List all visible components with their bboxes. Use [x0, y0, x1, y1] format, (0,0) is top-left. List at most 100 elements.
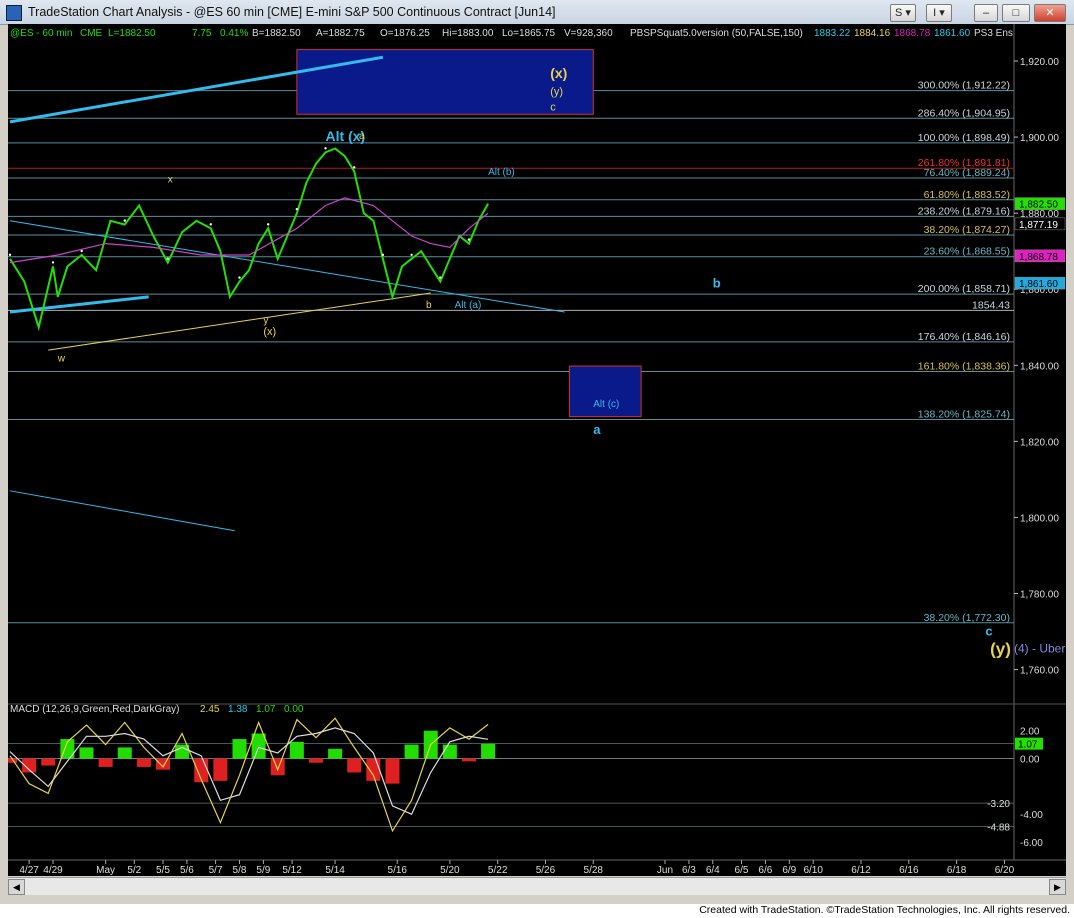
app-window: TradeStation Chart Analysis - @ES 60 min… — [0, 0, 1074, 904]
price-tag-label: 1,868.78 — [1019, 252, 1058, 263]
time-tick-label: 6/5 — [735, 865, 749, 876]
footer: Created with TradeStation. ©TradeStation… — [0, 904, 1074, 918]
price-pivot-dot — [266, 223, 270, 226]
i-button[interactable]: I ▾ — [926, 4, 952, 22]
price-tick-label: 1,840.00 — [1020, 361, 1059, 372]
fib-level-label: 100.00% (1,898.49) — [918, 132, 1010, 144]
maximize-icon[interactable]: □ — [1002, 4, 1030, 22]
fib-level-label: 286.40% (1,904.95) — [918, 107, 1010, 119]
minimize-icon[interactable]: – — [974, 4, 998, 22]
macd-histogram-bar — [79, 747, 94, 759]
time-tick-label: 5/6 — [180, 865, 194, 876]
time-tick-label: 5/22 — [488, 865, 508, 876]
price-tick-label: 1,780.00 — [1020, 590, 1059, 601]
fib-level-label: 161.80% (1,838.36) — [918, 361, 1010, 373]
fib-level-label: 176.40% (1,846.16) — [918, 331, 1010, 343]
time-tick-label: 5/7 — [209, 865, 223, 876]
fib-level-label: 38.20% (1,874.27) — [924, 224, 1010, 236]
price-pivot-dot — [410, 253, 413, 256]
macd-histogram-bar — [270, 758, 285, 776]
header-readout: Hi=1883.00 — [442, 28, 494, 39]
price-pivot-dot — [209, 223, 212, 226]
price-tag-label: 1,877.19 — [1019, 220, 1058, 231]
macd-readout: 2.45 — [200, 704, 220, 715]
time-tick-label: 5/16 — [388, 865, 408, 876]
price-pivot-dot — [80, 249, 83, 253]
time-tick-label: 4/27 — [19, 865, 39, 876]
chart-svg[interactable]: 300.00% (1,912.22) 286.40% (1,904.95) 100.… — [3, 24, 1074, 876]
macd-histogram-bar — [232, 739, 247, 759]
wave-label: a — [359, 131, 365, 142]
header-readout: 1884.16 — [854, 28, 891, 39]
macd-tag-label: 1.07 — [1018, 740, 1038, 751]
time-tick-label: 6/3 — [682, 865, 696, 876]
wave-label: (y) — [990, 639, 1011, 658]
fib-level-label: 23.60% (1,868.55) — [924, 246, 1010, 258]
app-icon — [6, 5, 22, 21]
macd-histogram-bar — [136, 758, 151, 767]
time-tick-label: 5/8 — [233, 865, 247, 876]
wave-label: Alt (c) — [593, 399, 619, 410]
time-tick-label: 6/12 — [851, 865, 871, 876]
price-pivot-dot — [467, 238, 471, 241]
time-tick-label: 6/9 — [782, 865, 796, 876]
close-icon[interactable]: ✕ — [1034, 4, 1066, 22]
price-tick-label: 1,920.00 — [1020, 57, 1059, 68]
time-tick-label: May — [96, 865, 115, 876]
header-readout: PBSPSquat5.0version (50,FALSE,150) — [630, 28, 803, 39]
header-readout: A=1882.75 — [316, 28, 365, 39]
time-tick-label: 6/18 — [947, 865, 967, 876]
macd-level-label: -3.20 — [987, 799, 1010, 810]
macd-histogram-bar — [155, 758, 170, 770]
header-readout: B=1882.50 — [252, 28, 301, 39]
header-readout: 1861.60 — [934, 28, 971, 39]
fib-level-label: 238.20% (1,879.16) — [918, 205, 1010, 217]
macd-title: MACD (12,26,9,Green,Red,DarkGray) — [10, 704, 180, 715]
s-button[interactable]: S ▾ — [890, 4, 916, 22]
price-tag-label: 1,882.50 — [1019, 200, 1058, 211]
macd-histogram-bar — [289, 741, 304, 759]
price-tick-label: 1,900.00 — [1020, 133, 1059, 144]
time-tick-label: 6/10 — [803, 865, 823, 876]
price-pivot-dot — [439, 276, 442, 279]
header-readout: PS3 Ens — [974, 28, 1013, 39]
wave-label: c — [985, 623, 992, 638]
price-tick-label: 1,820.00 — [1020, 437, 1059, 448]
macd-histogram-bar — [328, 748, 343, 759]
time-tick-label: 5/14 — [325, 865, 345, 876]
time-tick-label: 5/26 — [536, 865, 556, 876]
wave-label: (4) - UberBullCount — [1014, 641, 1066, 655]
macd-histogram-bar — [385, 758, 400, 784]
wave-label: c — [550, 101, 556, 113]
wave-label: b — [426, 300, 432, 311]
wave-label: x — [168, 175, 173, 186]
fib-level-label: 38.20% (1,772.30) — [924, 612, 1010, 624]
macd-readout: 1.07 — [256, 704, 276, 715]
header-readout: 7.75 — [192, 28, 212, 39]
chart-area[interactable]: 300.00% (1,912.22) 286.40% (1,904.95) 100.… — [3, 24, 1074, 876]
fib-level-label: 300.00% (1,912.22) — [918, 80, 1010, 92]
wave-label: a — [593, 422, 601, 437]
time-tick-label: Jun — [657, 865, 673, 876]
header-readout: O=1876.25 — [380, 28, 430, 39]
copyright-text: Created with TradeStation. ©TradeStation… — [699, 904, 1070, 916]
scroll-left-icon[interactable]: ◀ — [8, 879, 25, 895]
macd-histogram-bar — [308, 758, 323, 763]
time-tick-label: 6/20 — [995, 865, 1015, 876]
price-pivot-dot — [381, 253, 385, 256]
scroll-right-icon[interactable]: ▶ — [1049, 879, 1066, 895]
horizontal-scrollbar[interactable]: ◀ ▶ — [8, 877, 1066, 895]
time-tick-label: 5/28 — [584, 865, 604, 876]
price-pivot-dot — [238, 276, 241, 279]
macd-histogram-bar — [41, 758, 56, 766]
price-tick-label: 1,760.00 — [1020, 666, 1059, 677]
time-tick-label: 5/5 — [156, 865, 170, 876]
macd-histogram-bar — [347, 758, 362, 773]
time-tick-label: 4/29 — [43, 865, 63, 876]
header-readout: L=1882.50 — [108, 28, 156, 39]
header-readout: V=928,360 — [564, 28, 613, 39]
header-readout: 0.41% — [220, 28, 248, 39]
macd-tick-label: 2.00 — [1020, 727, 1040, 738]
time-tick-label: 5/9 — [256, 865, 270, 876]
time-tick-label: 5/12 — [282, 865, 302, 876]
